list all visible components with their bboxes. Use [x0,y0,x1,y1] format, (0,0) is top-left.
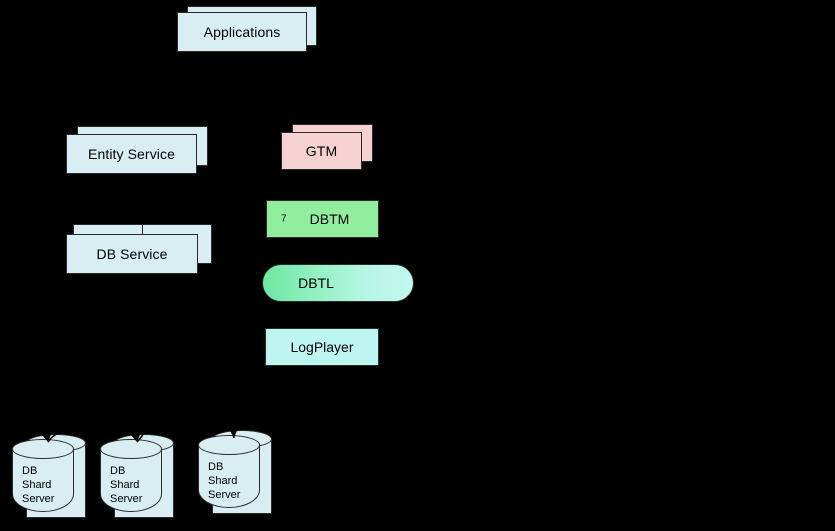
db-service-label: DB Service [96,246,168,262]
shard-1-label: DB Shard Server [22,465,55,505]
node-db-shard-server-1[interactable]: DB Shard Server [12,430,86,520]
node-entity-service[interactable]: Entity Service [66,126,208,174]
dbtl-label: DBTL [298,275,334,291]
shard-1-top [12,439,74,459]
node-db-shard-server-3[interactable]: DB Shard Server [198,417,272,516]
node-applications[interactable]: Applications [177,6,317,52]
dbtm-badge: 7 [281,213,287,225]
shard-3-label: DB Shard Server [208,461,241,501]
db-service-front[interactable]: DB Service [66,234,198,274]
diagram-canvas: Applications Entity Service DB Service G… [0,0,835,531]
node-gtm[interactable]: GTM [281,124,373,170]
node-db-shard-server-2[interactable]: DB Shard Server [100,423,174,520]
entity-service-label: Entity Service [88,146,175,162]
node-dbtl[interactable]: DBTL [262,264,414,302]
applications-label: Applications [203,24,281,40]
dbtm-label: DBTM [309,211,350,227]
gtm-front[interactable]: GTM [281,132,362,170]
node-logplayer[interactable]: LogPlayer [265,328,379,366]
shard-3-top [198,435,260,455]
shard-2-top [100,439,162,459]
gtm-label: GTM [305,143,338,159]
entity-service-front[interactable]: Entity Service [66,134,197,174]
node-dbtm[interactable]: 7 DBTM [266,200,379,238]
node-db-service[interactable]: DB Service [66,224,212,274]
shard-2-label: DB Shard Server [110,465,143,505]
applications-front[interactable]: Applications [177,12,307,52]
logplayer-label: LogPlayer [290,339,354,355]
